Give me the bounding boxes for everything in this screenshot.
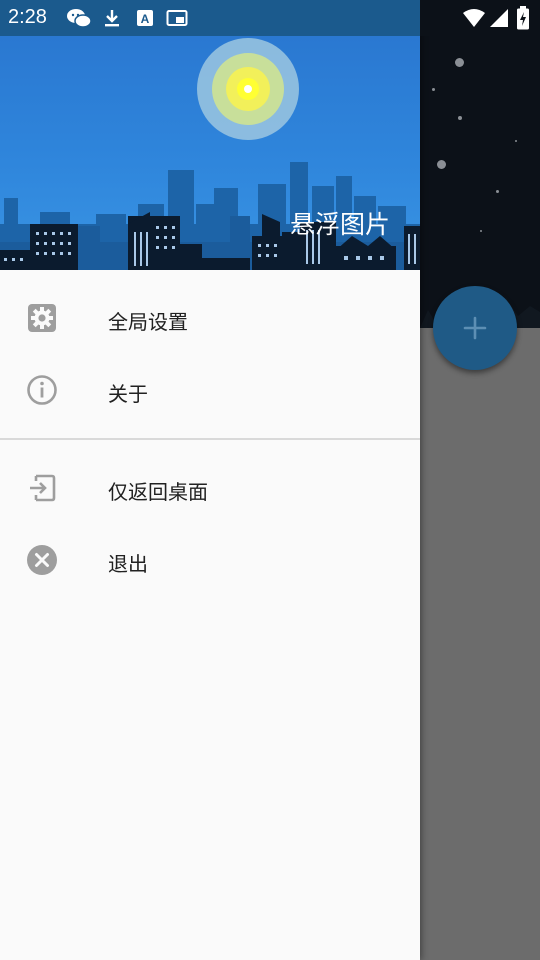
download-icon [105, 10, 119, 27]
battery-icon [517, 6, 529, 30]
menu-item-global-settings[interactable]: 全局设置 [0, 282, 420, 354]
text-a-icon: A [137, 10, 153, 26]
gear-icon [28, 304, 56, 332]
menu-item-label: 仅返回桌面 [108, 480, 208, 504]
star [458, 116, 462, 120]
wechat-icon [67, 9, 92, 28]
info-icon [27, 375, 57, 405]
star [437, 160, 446, 169]
menu-item-about[interactable]: 关于 [0, 354, 420, 426]
plus-icon [463, 316, 487, 340]
picture-in-picture-icon [166, 10, 188, 26]
menu-item-label: 关于 [108, 382, 148, 406]
add-fab-button[interactable] [433, 286, 517, 370]
star [432, 88, 435, 91]
drawer-header-title: 悬浮图片 [290, 210, 391, 239]
star [480, 230, 482, 232]
menu-item-label: 退出 [108, 552, 148, 576]
status-time: 2:28 [8, 6, 47, 28]
navigation-drawer: 悬浮图片 全局设置 关于 仅返回桌面 退出 [0, 0, 420, 960]
menu-item-return-desktop[interactable]: 仅返回桌面 [0, 452, 420, 524]
menu-item-exit[interactable]: 退出 [0, 524, 420, 596]
svg-text:A: A [141, 12, 150, 26]
exit-to-desktop-icon [30, 474, 56, 502]
menu-divider [0, 438, 420, 440]
drawer-header: 悬浮图片 [0, 36, 420, 270]
star [455, 58, 464, 67]
signal-icon [490, 9, 508, 27]
menu-item-label: 全局设置 [108, 310, 188, 334]
close-circle-icon [27, 545, 57, 575]
star [496, 190, 499, 193]
status-bar: 2:28 A [0, 0, 540, 36]
star [515, 140, 517, 142]
wifi-icon [463, 9, 485, 27]
